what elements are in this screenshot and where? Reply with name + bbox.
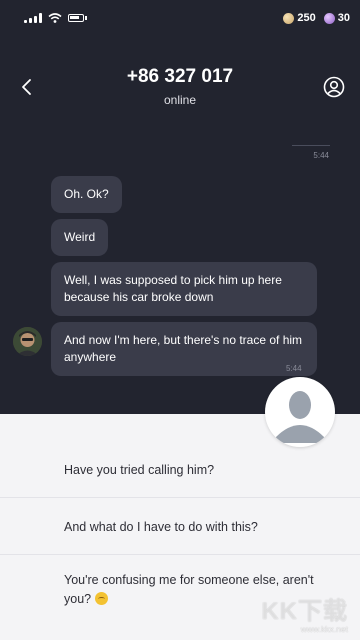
profile-button[interactable] xyxy=(321,74,347,100)
coin-balance[interactable]: 250 xyxy=(283,12,316,24)
gem-icon xyxy=(323,12,335,24)
contact-status: online xyxy=(163,93,197,107)
user-circle-icon xyxy=(323,76,345,98)
gem-count: 30 xyxy=(337,12,350,24)
message-list: Oh. Ok? Weird Well, I was supposed to pi… xyxy=(51,176,321,382)
gem-balance[interactable]: 30 xyxy=(323,12,350,24)
player-avatar xyxy=(265,377,335,447)
default-avatar-icon xyxy=(267,379,333,445)
battery-icon xyxy=(68,14,87,22)
coin-icon xyxy=(283,12,295,24)
status-bar: 250 30 xyxy=(0,0,360,40)
received-message-time: 5:44 xyxy=(286,364,302,373)
watermark-logo: KK下载 xyxy=(261,598,348,625)
reply-option[interactable]: And what do I have to do with this? xyxy=(0,518,360,537)
message-bubble: Well, I was supposed to pick him up here… xyxy=(51,262,317,316)
currency-display: 250 30 xyxy=(283,12,350,24)
message-bubble: Oh. Ok? xyxy=(51,176,122,213)
sent-message-divider xyxy=(292,145,330,146)
reply-divider xyxy=(0,497,360,498)
coin-count: 250 xyxy=(297,12,316,24)
system-icons xyxy=(24,13,87,23)
sender-avatar[interactable] xyxy=(13,327,42,356)
chat-header: +86 327 017 online xyxy=(0,62,360,112)
contact-name: +86 327 017 xyxy=(126,66,234,87)
reply-option[interactable]: Have you tried calling him? xyxy=(0,461,360,480)
sent-message-time: 5:44 xyxy=(313,151,329,160)
upside-down-face-emoji-icon xyxy=(94,592,108,605)
message-bubble: And now I'm here, but there's no trace o… xyxy=(51,322,317,376)
sender-photo xyxy=(13,327,42,356)
wifi-icon xyxy=(48,13,62,23)
reply-divider xyxy=(0,554,360,555)
message-bubble: Weird xyxy=(51,219,109,256)
watermark: KK下载 www.kkx.net xyxy=(261,591,348,634)
signal-icon xyxy=(24,13,42,23)
